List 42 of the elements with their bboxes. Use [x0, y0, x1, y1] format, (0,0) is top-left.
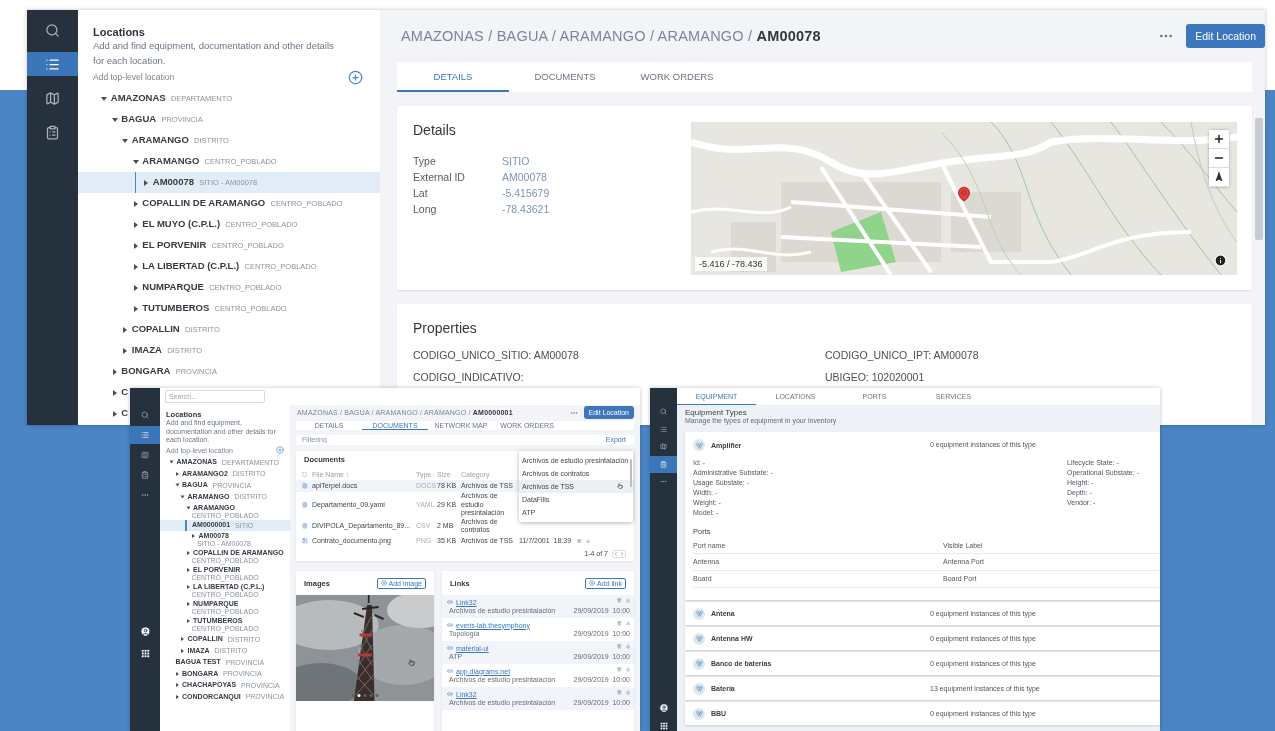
field-value: AM00078	[502, 170, 548, 185]
property-text: CODIGO_UNICO_IPT: AM00078	[825, 348, 980, 363]
breadcrumb: AMAZONAS / BAGUA / ARAMANGO / ARAMANGO / AM00078	[401, 28, 821, 44]
property-text: CODIGO_UNICO_SITIO: AM00078	[413, 348, 580, 363]
location-name: C	[121, 408, 129, 419]
field-label: Lat	[413, 186, 429, 201]
field-value: SITIO	[502, 154, 531, 169]
tab[interactable]: WORK ORDERS	[621, 62, 733, 92]
property-text: CODIGO_INDICATIVO:	[413, 370, 525, 385]
field-value: -78.43621	[502, 202, 551, 217]
page-title: Equipment Types	[685, 408, 747, 417]
add-location-label: Add top-level location	[93, 72, 175, 82]
panel-description: Add and find equipment, documentation and other details for each location.	[92, 39, 335, 68]
location-name: NUMPARQUE	[142, 282, 204, 293]
field-value: -5.415679	[502, 186, 551, 201]
edit-location-button[interactable]: Edit Location	[1186, 24, 1265, 48]
tree-item[interactable]: C	[78, 382, 133, 403]
location-name: TUTUMBEROS	[142, 303, 210, 314]
location-name: EL PORVENIR	[142, 240, 207, 251]
card-title: Details	[413, 122, 457, 138]
map-coordinates: -5.416 / -78.436	[695, 257, 767, 271]
location-name: BONGARA	[121, 366, 171, 377]
location-name: EL MUYO (C.P.L.)	[142, 219, 221, 230]
location-name: COPALLIN DE ARAMANGO	[142, 198, 266, 209]
location-name: ARAMANGO	[131, 135, 189, 146]
tab[interactable]: DETAILS	[397, 62, 509, 92]
tree-item[interactable]: C	[78, 403, 133, 424]
location-name: COPALLIN	[131, 324, 180, 335]
property-text: UBIGEO: 102020001	[825, 370, 926, 385]
tab[interactable]: DOCUMENTS	[509, 62, 621, 92]
location-name: AM00078	[152, 177, 194, 188]
location-name: BAGUA	[121, 114, 157, 125]
location-name: ARAMANGO	[142, 156, 200, 167]
card-title: Properties	[413, 320, 478, 336]
field-label: Type	[413, 154, 437, 169]
panel-title: Locations	[92, 26, 146, 38]
location-name: AMAZONAS	[110, 93, 166, 104]
field-label: Long	[413, 202, 438, 217]
field-label: External ID	[413, 170, 466, 185]
location-name: LA LIBERTAD (C.P.L.)	[142, 261, 240, 272]
location-name: IMAZA	[131, 345, 162, 356]
location-name: C	[121, 387, 129, 398]
